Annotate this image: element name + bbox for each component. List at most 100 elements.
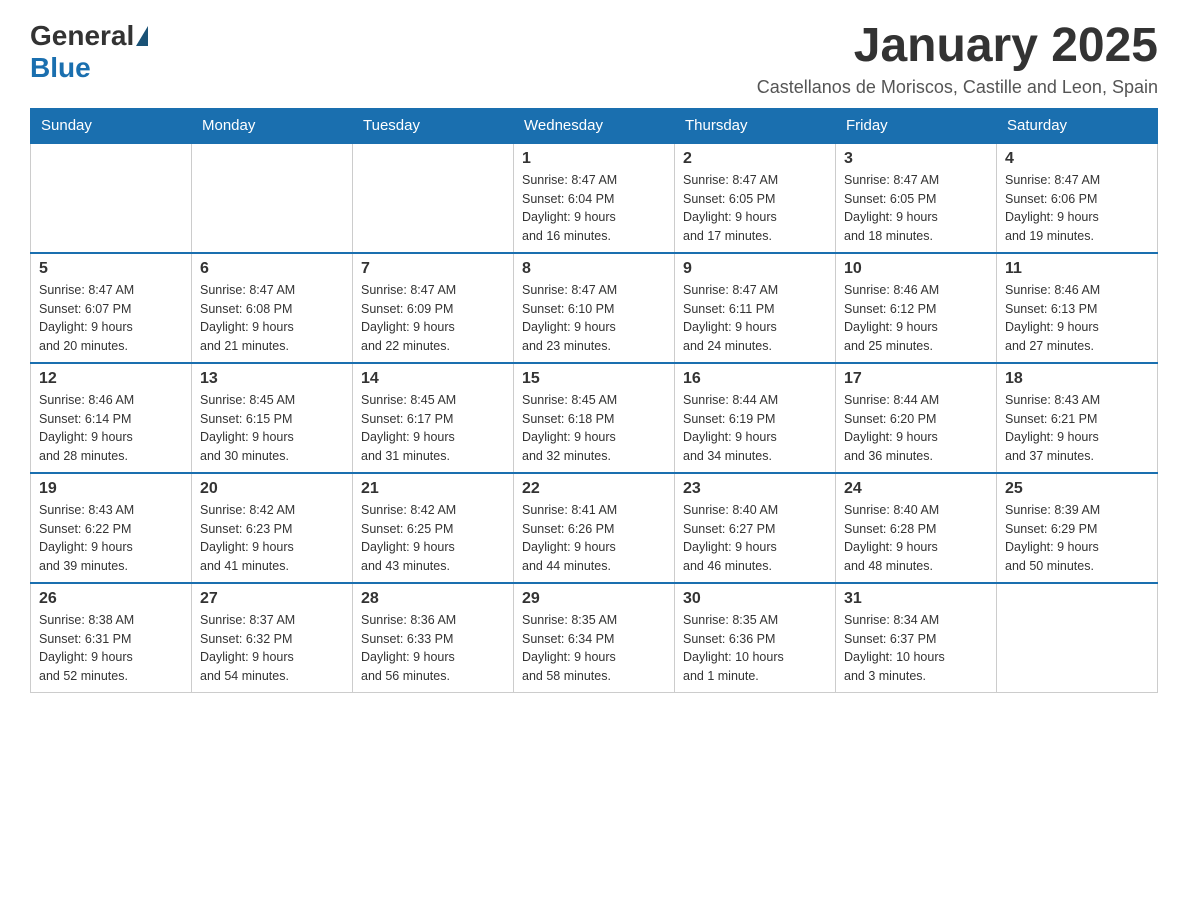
day-number: 30 [683,590,827,608]
calendar-cell: 27 Sunrise: 8:37 AMSunset: 6:32 PMDayligh… [192,583,353,693]
day-info: Sunrise: 8:45 AMSunset: 6:17 PMDaylight:… [361,391,505,466]
day-info: Sunrise: 8:46 AMSunset: 6:13 PMDaylight:… [1005,281,1149,356]
day-info: Sunrise: 8:47 AMSunset: 6:06 PMDaylight:… [1005,171,1149,246]
week-row-4: 19 Sunrise: 8:43 AMSunset: 6:22 PMDayligh… [31,473,1158,583]
day-header-monday: Monday [192,108,353,143]
day-info: Sunrise: 8:47 AMSunset: 6:05 PMDaylight:… [683,171,827,246]
day-header-tuesday: Tuesday [353,108,514,143]
calendar-cell: 2 Sunrise: 8:47 AMSunset: 6:05 PMDaylight… [675,143,836,253]
day-number: 4 [1005,150,1149,168]
logo: General Blue [30,20,150,84]
logo-blue-text: Blue [30,52,91,84]
calendar-cell: 15 Sunrise: 8:45 AMSunset: 6:18 PMDayligh… [514,363,675,473]
logo-text: General [30,20,150,52]
day-info: Sunrise: 8:35 AMSunset: 6:34 PMDaylight:… [522,611,666,686]
calendar-cell: 7 Sunrise: 8:47 AMSunset: 6:09 PMDaylight… [353,253,514,363]
calendar-cell: 9 Sunrise: 8:47 AMSunset: 6:11 PMDaylight… [675,253,836,363]
day-number: 8 [522,260,666,278]
calendar-cell: 21Sunrise: 8:42 AMSunset: 6:25 PMDayligh… [353,473,514,583]
day-number: 6 [200,260,344,278]
week-row-3: 12Sunrise: 8:46 AMSunset: 6:14 PMDayligh… [31,363,1158,473]
day-header-sunday: Sunday [31,108,192,143]
day-info: Sunrise: 8:47 AMSunset: 6:09 PMDaylight:… [361,281,505,356]
day-number: 9 [683,260,827,278]
day-info: Sunrise: 8:47 AMSunset: 6:04 PMDaylight:… [522,171,666,246]
calendar-cell: 22 Sunrise: 8:41 AMSunset: 6:26 PMDayligh… [514,473,675,583]
calendar-cell: 26Sunrise: 8:38 AMSunset: 6:31 PMDayligh… [31,583,192,693]
day-info: Sunrise: 8:44 AMSunset: 6:20 PMDaylight:… [844,391,988,466]
day-info: Sunrise: 8:40 AMSunset: 6:28 PMDaylight:… [844,501,988,576]
day-info: Sunrise: 8:47 AMSunset: 6:05 PMDaylight:… [844,171,988,246]
calendar-cell: 1 Sunrise: 8:47 AMSunset: 6:04 PMDaylight… [514,143,675,253]
calendar-cell [997,583,1158,693]
logo-general: General [30,20,134,52]
calendar-cell: 20 Sunrise: 8:42 AMSunset: 6:23 PMDayligh… [192,473,353,583]
day-number: 20 [200,480,344,498]
day-header-saturday: Saturday [997,108,1158,143]
header-row: SundayMondayTuesdayWednesdayThursdayFrid… [31,108,1158,143]
calendar-cell: 18Sunrise: 8:43 AMSunset: 6:21 PMDayligh… [997,363,1158,473]
day-info: Sunrise: 8:47 AMSunset: 6:11 PMDaylight:… [683,281,827,356]
day-header-wednesday: Wednesday [514,108,675,143]
day-number: 15 [522,370,666,388]
day-info: Sunrise: 8:38 AMSunset: 6:31 PMDaylight:… [39,611,183,686]
calendar-cell: 12Sunrise: 8:46 AMSunset: 6:14 PMDayligh… [31,363,192,473]
calendar-cell: 16Sunrise: 8:44 AMSunset: 6:19 PMDayligh… [675,363,836,473]
day-number: 31 [844,590,988,608]
calendar-cell [353,143,514,253]
day-info: Sunrise: 8:41 AMSunset: 6:26 PMDaylight:… [522,501,666,576]
day-info: Sunrise: 8:37 AMSunset: 6:32 PMDaylight:… [200,611,344,686]
day-number: 10 [844,260,988,278]
day-number: 13 [200,370,344,388]
calendar-cell: 11 Sunrise: 8:46 AMSunset: 6:13 PMDayligh… [997,253,1158,363]
day-number: 1 [522,150,666,168]
day-info: Sunrise: 8:45 AMSunset: 6:15 PMDaylight:… [200,391,344,466]
calendar-table: SundayMondayTuesdayWednesdayThursdayFrid… [30,108,1158,693]
day-number: 21 [361,480,505,498]
calendar-cell: 10 Sunrise: 8:46 AMSunset: 6:12 PMDayligh… [836,253,997,363]
day-number: 2 [683,150,827,168]
logo-blue: Blue [30,52,91,83]
day-number: 23 [683,480,827,498]
day-number: 18 [1005,370,1149,388]
calendar-cell: 31 Sunrise: 8:34 AMSunset: 6:37 PMDayligh… [836,583,997,693]
calendar-header: SundayMondayTuesdayWednesdayThursdayFrid… [31,108,1158,143]
day-info: Sunrise: 8:47 AMSunset: 6:10 PMDaylight:… [522,281,666,356]
day-number: 22 [522,480,666,498]
calendar-cell: 6 Sunrise: 8:47 AMSunset: 6:08 PMDaylight… [192,253,353,363]
day-info: Sunrise: 8:46 AMSunset: 6:14 PMDaylight:… [39,391,183,466]
day-info: Sunrise: 8:35 AMSunset: 6:36 PMDaylight:… [683,611,827,686]
day-number: 29 [522,590,666,608]
day-number: 28 [361,590,505,608]
calendar-cell: 14 Sunrise: 8:45 AMSunset: 6:17 PMDayligh… [353,363,514,473]
day-info: Sunrise: 8:34 AMSunset: 6:37 PMDaylight:… [844,611,988,686]
calendar-cell: 4 Sunrise: 8:47 AMSunset: 6:06 PMDaylight… [997,143,1158,253]
day-info: Sunrise: 8:47 AMSunset: 6:08 PMDaylight:… [200,281,344,356]
day-info: Sunrise: 8:47 AMSunset: 6:07 PMDaylight:… [39,281,183,356]
day-number: 7 [361,260,505,278]
calendar-cell: 29 Sunrise: 8:35 AMSunset: 6:34 PMDayligh… [514,583,675,693]
day-number: 5 [39,260,183,278]
calendar-cell: 5 Sunrise: 8:47 AMSunset: 6:07 PMDaylight… [31,253,192,363]
week-row-1: 1 Sunrise: 8:47 AMSunset: 6:04 PMDaylight… [31,143,1158,253]
day-number: 19 [39,480,183,498]
day-info: Sunrise: 8:40 AMSunset: 6:27 PMDaylight:… [683,501,827,576]
title-area: January 2025 Castellanos de Moriscos, Ca… [757,20,1158,98]
day-number: 16 [683,370,827,388]
day-info: Sunrise: 8:46 AMSunset: 6:12 PMDaylight:… [844,281,988,356]
day-info: Sunrise: 8:42 AMSunset: 6:23 PMDaylight:… [200,501,344,576]
week-row-5: 26Sunrise: 8:38 AMSunset: 6:31 PMDayligh… [31,583,1158,693]
day-info: Sunrise: 8:43 AMSunset: 6:22 PMDaylight:… [39,501,183,576]
calendar-cell: 24 Sunrise: 8:40 AMSunset: 6:28 PMDayligh… [836,473,997,583]
week-row-2: 5 Sunrise: 8:47 AMSunset: 6:07 PMDaylight… [31,253,1158,363]
day-number: 11 [1005,260,1149,278]
calendar-cell: 19 Sunrise: 8:43 AMSunset: 6:22 PMDayligh… [31,473,192,583]
day-number: 3 [844,150,988,168]
day-number: 27 [200,590,344,608]
calendar-cell [31,143,192,253]
day-info: Sunrise: 8:45 AMSunset: 6:18 PMDaylight:… [522,391,666,466]
location-subtitle: Castellanos de Moriscos, Castille and Le… [757,77,1158,98]
day-header-friday: Friday [836,108,997,143]
day-number: 24 [844,480,988,498]
day-number: 14 [361,370,505,388]
